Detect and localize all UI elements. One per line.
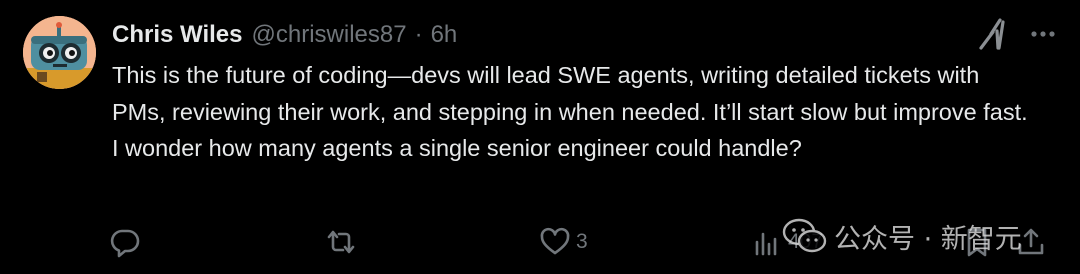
display-name[interactable]: Chris Wiles bbox=[112, 21, 243, 49]
timestamp[interactable]: 6h bbox=[431, 21, 458, 49]
watermark: 公众号 · 新智元 bbox=[782, 216, 1022, 256]
separator-dot: · bbox=[414, 21, 423, 48]
tweet-header: Chris Wiles @chriswiles87 · 6h bbox=[112, 18, 457, 52]
reply-icon bbox=[110, 229, 140, 258]
user-handle[interactable]: @chriswiles87 bbox=[252, 21, 407, 49]
views-icon bbox=[755, 232, 777, 256]
tweet-top-actions bbox=[978, 18, 1058, 50]
like-button[interactable]: 3 bbox=[538, 222, 588, 262]
watermark-text: 公众号 · 新智元 bbox=[834, 223, 1022, 255]
reply-button[interactable] bbox=[108, 222, 142, 262]
more-icon[interactable] bbox=[1028, 19, 1058, 49]
like-count: 3 bbox=[576, 230, 588, 253]
wechat-icon bbox=[782, 218, 827, 253]
grok-icon[interactable] bbox=[978, 18, 1008, 50]
tweet[interactable]: Chris Wiles @chriswiles87 · 6h This is t… bbox=[0, 0, 1080, 274]
retweet-button[interactable] bbox=[324, 222, 358, 262]
retweet-icon bbox=[327, 230, 355, 254]
tweet-text: This is the future of coding—devs will l… bbox=[112, 62, 1028, 161]
heart-icon bbox=[540, 227, 570, 255]
avatar[interactable] bbox=[23, 16, 96, 89]
